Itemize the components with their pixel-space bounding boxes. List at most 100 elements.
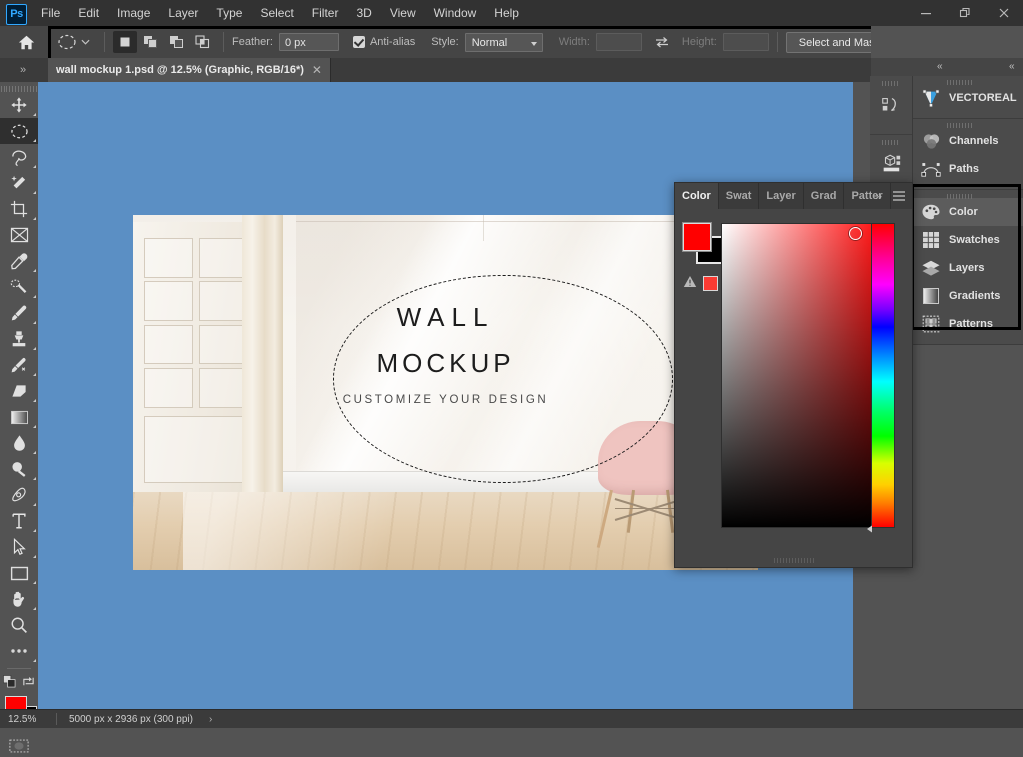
default-colors-icon[interactable] [3, 675, 16, 691]
toolbar-grip[interactable] [0, 82, 38, 92]
color-field-ramp[interactable] [721, 223, 890, 528]
spot-healing-brush-tool[interactable] [0, 274, 38, 300]
panel-grip[interactable] [947, 80, 973, 85]
history-panel-icon[interactable] [870, 76, 912, 135]
eyedropper-tool[interactable] [0, 248, 38, 274]
add-to-selection-button[interactable] [139, 31, 163, 53]
tool-flyout-indicator [33, 191, 36, 194]
swap-colors-icon[interactable] [22, 675, 35, 691]
pen-tool[interactable] [0, 482, 38, 508]
tab-layers[interactable]: Layer [759, 183, 804, 209]
floating-color-panel[interactable]: Color Swat Layer Grad Patter » [674, 182, 913, 568]
zoom-tool[interactable] [0, 612, 38, 638]
restore-button[interactable] [945, 0, 984, 26]
blur-tool[interactable] [0, 430, 38, 456]
options-bar-controls: Feather: 0 px Anti-alias Style: Normal W… [52, 26, 903, 58]
tab-patterns[interactable]: Patter [844, 183, 891, 209]
color-field-cursor[interactable] [849, 227, 862, 240]
panel-grip[interactable] [947, 194, 973, 199]
tool-flyout-indicator [33, 581, 36, 584]
home-button[interactable] [12, 29, 40, 55]
zoom-level[interactable]: 12.5% [0, 714, 56, 725]
height-input[interactable] [722, 33, 769, 51]
hand-tool[interactable] [0, 586, 38, 612]
vectoreal-panel[interactable]: VECTOREAL [913, 84, 1023, 112]
tool-preset-picker[interactable] [52, 31, 96, 53]
rectangle-tool[interactable] [0, 560, 38, 586]
tab-swatches[interactable]: Swat [719, 183, 760, 209]
swap-arrows-icon[interactable] [652, 35, 672, 49]
gamut-warning-icon[interactable] [683, 275, 697, 291]
menu-filter[interactable]: Filter [303, 0, 348, 26]
color-panel-tabs: Color Swat Layer Grad Patter » [675, 183, 912, 209]
type-tool[interactable] [0, 508, 38, 534]
dock-collapse-bar[interactable]: « « [871, 58, 1023, 77]
path-selection-tool[interactable] [0, 534, 38, 560]
color-panel-body [675, 209, 912, 566]
anti-alias-checkbox[interactable]: Anti-alias [352, 36, 415, 48]
chevron-down-icon[interactable] [78, 31, 92, 53]
width-label: Width: [558, 36, 590, 48]
elliptical-marquee-tool[interactable] [0, 118, 38, 144]
panel-resize-grip[interactable] [773, 558, 814, 563]
lasso-tool[interactable] [0, 144, 38, 170]
color-palette-icon [921, 202, 941, 222]
dodge-tool[interactable] [0, 456, 38, 482]
menu-type[interactable]: Type [207, 0, 251, 26]
menu-file[interactable]: File [32, 0, 69, 26]
panel-grip[interactable] [947, 123, 973, 128]
mockup-image[interactable]: WALL MOCKUP CUSTOMIZE YOUR DESIGN [133, 215, 758, 570]
edit-toolbar-button[interactable] [0, 638, 38, 664]
style-select[interactable]: Normal [464, 32, 543, 52]
tab-gradients[interactable]: Grad [804, 183, 845, 209]
subtract-from-selection-button[interactable] [165, 31, 189, 53]
menu-image[interactable]: Image [108, 0, 159, 26]
width-input[interactable] [595, 33, 642, 51]
gradients-panel[interactable]: Gradients [913, 282, 1023, 310]
paths-panel[interactable]: Paths [913, 155, 1023, 183]
menu-help[interactable]: Help [485, 0, 528, 26]
hue-slider-marker[interactable] [867, 524, 875, 533]
document-tab[interactable]: wall mockup 1.psd @ 12.5% (Graphic, RGB/… [48, 58, 331, 82]
patterns-panel[interactable]: Patterns [913, 310, 1023, 338]
menu-select[interactable]: Select [251, 0, 302, 26]
new-selection-button[interactable] [113, 31, 137, 53]
panel-expander-button[interactable]: » [4, 58, 42, 82]
menu-layer[interactable]: Layer [159, 0, 207, 26]
object-selection-tool[interactable] [0, 170, 38, 196]
panel-menu-icon[interactable] [892, 183, 906, 209]
double-chevron-left-icon[interactable]: « [937, 61, 943, 72]
move-tool[interactable] [0, 92, 38, 118]
crop-tool[interactable] [0, 196, 38, 222]
close-icon[interactable]: ✕ [312, 64, 322, 76]
panel-foreground-swatch[interactable] [682, 222, 712, 252]
channels-panel-label: Channels [949, 135, 999, 147]
swatches-panel[interactable]: Swatches [913, 226, 1023, 254]
frame-tool[interactable] [0, 222, 38, 248]
feather-input[interactable]: 0 px [278, 33, 339, 51]
brush-tool[interactable] [0, 300, 38, 326]
channels-panel[interactable]: Channels [913, 127, 1023, 155]
menu-window[interactable]: Window [425, 0, 486, 26]
eraser-tool[interactable] [0, 378, 38, 404]
quick-mask-button[interactable] [0, 735, 38, 757]
intersect-with-selection-button[interactable] [191, 31, 215, 53]
minimize-button[interactable] [906, 0, 945, 26]
more-tabs-button[interactable]: » [875, 183, 882, 209]
tab-color[interactable]: Color [675, 183, 719, 209]
gamut-nearest-color-swatch[interactable] [703, 275, 718, 291]
clone-stamp-tool[interactable] [0, 326, 38, 352]
status-bar-menu-arrow[interactable]: › [193, 714, 212, 725]
menu-edit[interactable]: Edit [69, 0, 108, 26]
close-button[interactable] [984, 0, 1023, 26]
hue-strip[interactable] [871, 223, 895, 528]
double-chevron-left-icon-2[interactable]: « [1009, 61, 1015, 72]
photoshop-logo-icon: Ps [6, 4, 27, 25]
layers-panel[interactable]: Layers [913, 254, 1023, 282]
menu-view[interactable]: View [381, 0, 425, 26]
menu-3d[interactable]: 3D [347, 0, 380, 26]
gradient-tool[interactable] [0, 404, 38, 430]
history-brush-tool[interactable] [0, 352, 38, 378]
color-panel[interactable]: Color [913, 198, 1023, 226]
vectoreal-logo-icon [921, 88, 941, 108]
